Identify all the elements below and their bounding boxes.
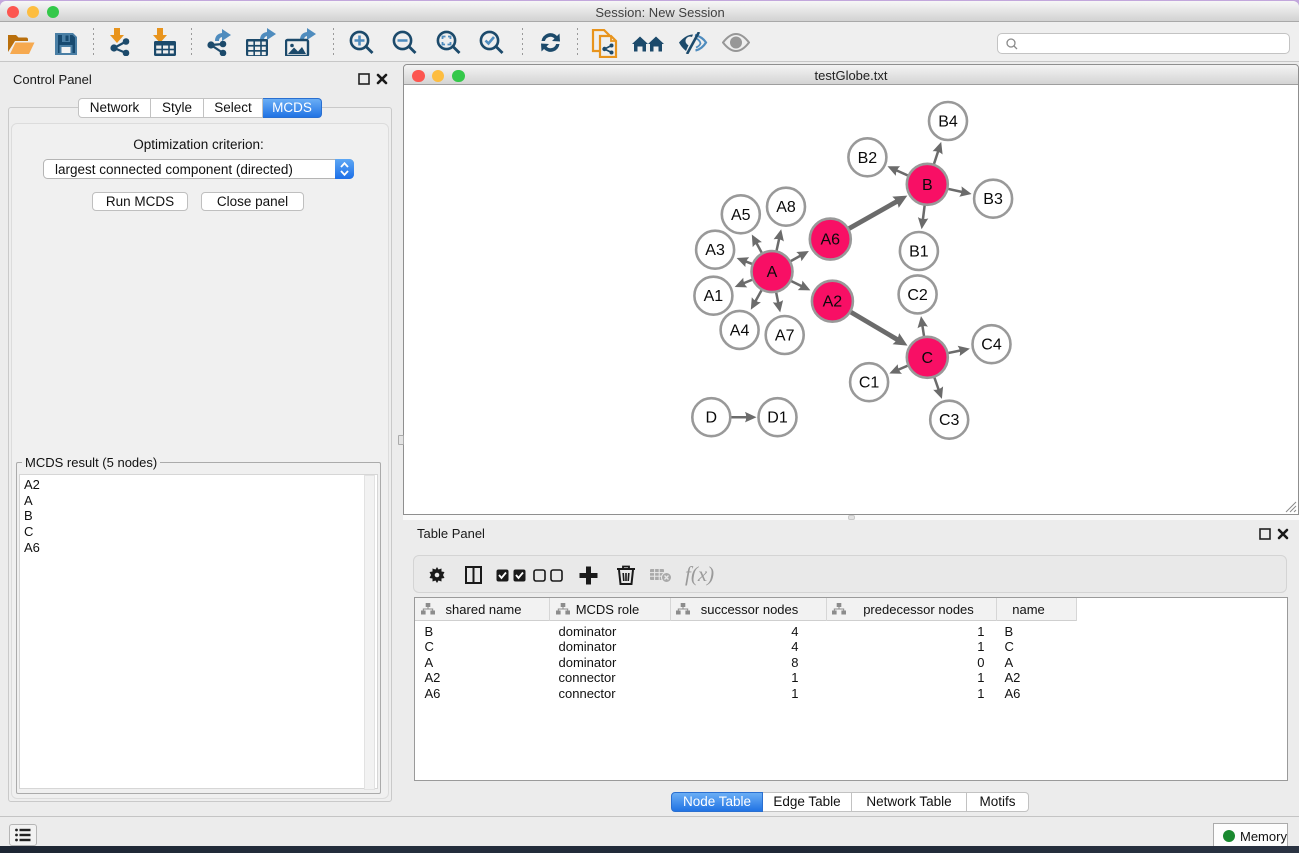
svg-text:C4: C4 <box>981 337 1002 354</box>
svg-text:A4: A4 <box>730 322 750 339</box>
svg-text:D1: D1 <box>767 410 788 427</box>
svg-text:B4: B4 <box>938 114 958 131</box>
svg-text:B2: B2 <box>858 150 878 167</box>
svg-text:A: A <box>767 264 778 281</box>
svg-text:A1: A1 <box>704 288 724 305</box>
svg-text:B3: B3 <box>983 191 1003 208</box>
svg-text:A8: A8 <box>776 199 796 216</box>
svg-text:C1: C1 <box>859 375 880 392</box>
svg-text:A3: A3 <box>705 242 725 259</box>
svg-text:A2: A2 <box>823 294 843 311</box>
svg-text:C: C <box>922 350 934 367</box>
svg-text:D: D <box>706 410 718 427</box>
svg-text:A7: A7 <box>775 328 795 345</box>
svg-text:A6: A6 <box>821 232 841 249</box>
svg-text:B1: B1 <box>909 244 929 261</box>
svg-text:B: B <box>922 177 933 194</box>
svg-text:A5: A5 <box>731 207 751 224</box>
svg-text:C2: C2 <box>907 287 928 304</box>
svg-text:C3: C3 <box>939 412 960 429</box>
